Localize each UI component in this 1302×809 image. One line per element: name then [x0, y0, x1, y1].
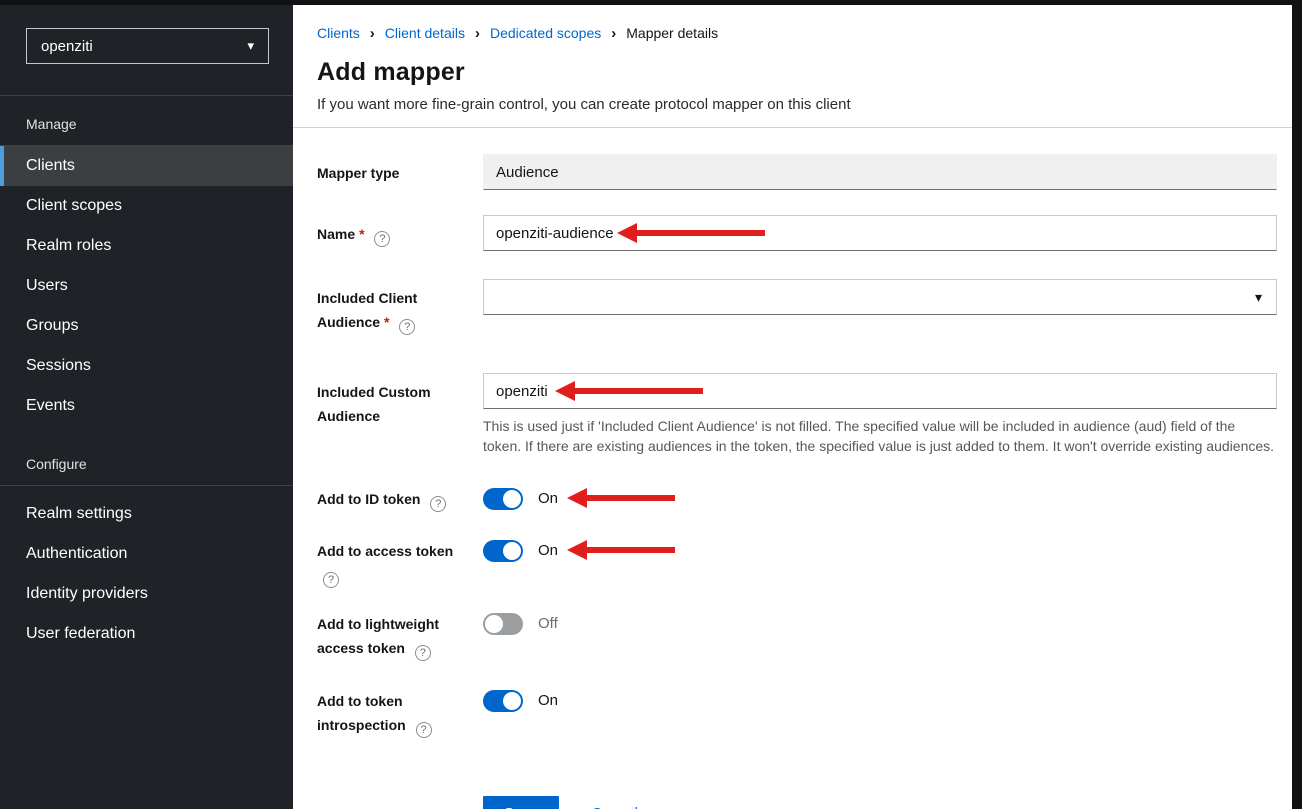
chevron-right-icon: › [475, 26, 480, 41]
name-input[interactable] [483, 215, 1277, 251]
sidebar-item-client-scopes[interactable]: Client scopes [0, 186, 293, 226]
breadcrumb-link-clients[interactable]: Clients [317, 25, 360, 41]
caret-down-icon: ▾ [247, 38, 254, 54]
sidebar-item-authentication[interactable]: Authentication [0, 534, 293, 574]
sidebar-item-clients[interactable]: Clients [0, 146, 293, 186]
nav-section-manage: Manage [0, 96, 293, 145]
required-asterisk: * [359, 226, 364, 242]
nav-section-configure: Configure [0, 456, 293, 485]
page-subtitle: If you want more fine-grain control, you… [317, 96, 1277, 113]
add-to-token-introspection-toggle[interactable] [483, 690, 523, 712]
sidebar-item-users[interactable]: Users [0, 266, 293, 306]
add-to-lightweight-access-token-toggle[interactable] [483, 613, 523, 635]
toggle-state-label: Off [538, 612, 558, 635]
sidebar-item-user-federation[interactable]: User federation [0, 614, 293, 654]
help-icon[interactable]: ? [374, 231, 390, 247]
breadcrumb: Clients › Client details › Dedicated sco… [317, 25, 1277, 41]
add-to-id-token-label: Add to ID token ? [317, 487, 483, 512]
sidebar-item-identity-providers[interactable]: Identity providers [0, 574, 293, 614]
sidebar-item-events[interactable]: Events [0, 386, 293, 426]
caret-down-icon: ▾ [1255, 289, 1262, 306]
annotation-arrow [555, 381, 703, 401]
breadcrumb-link-client-details[interactable]: Client details [385, 25, 465, 41]
add-to-token-introspection-label: Add to token introspection ? [317, 689, 483, 738]
annotation-arrow [617, 223, 765, 243]
help-icon[interactable]: ? [415, 645, 431, 661]
chevron-right-icon: › [370, 26, 375, 41]
add-to-id-token-toggle[interactable] [483, 488, 523, 510]
add-to-lightweight-access-token-label: Add to lightweight access token ? [317, 612, 483, 661]
name-label: Name* ? [317, 215, 483, 251]
help-icon[interactable]: ? [430, 496, 446, 512]
sidebar-item-sessions[interactable]: Sessions [0, 346, 293, 386]
breadcrumb-current: Mapper details [626, 25, 718, 41]
included-client-audience-label: Included Client Audience* ? [317, 279, 483, 335]
realm-selector-value: openziti [41, 38, 93, 55]
required-asterisk: * [384, 314, 389, 330]
toggle-state-label: On [538, 487, 558, 510]
annotation-arrow [567, 488, 675, 508]
page-header: Clients › Client details › Dedicated sco… [293, 5, 1292, 128]
add-to-access-token-label: Add to access token ? [317, 539, 483, 588]
help-icon[interactable]: ? [416, 722, 432, 738]
sidebar-divider [0, 485, 293, 486]
help-icon[interactable]: ? [323, 572, 339, 588]
add-to-access-token-toggle[interactable] [483, 540, 523, 562]
page-title: Add mapper [317, 58, 1277, 87]
mapper-type-field [483, 154, 1277, 190]
realm-selector[interactable]: openziti ▾ [26, 28, 269, 64]
help-icon[interactable]: ? [399, 319, 415, 335]
scrollbar[interactable] [1292, 0, 1302, 809]
toggle-state-label: On [538, 689, 558, 712]
included-custom-audience-helper: This is used just if 'Included Client Au… [483, 416, 1277, 457]
sidebar-item-realm-roles[interactable]: Realm roles [0, 226, 293, 266]
mapper-form: Mapper type Name* ? [293, 128, 1292, 809]
breadcrumb-link-dedicated-scopes[interactable]: Dedicated scopes [490, 25, 601, 41]
mapper-type-label: Mapper type [317, 154, 483, 190]
sidebar-item-groups[interactable]: Groups [0, 306, 293, 346]
save-button[interactable]: Save [483, 796, 559, 809]
sidebar: openziti ▾ Manage Clients Client scopes … [0, 5, 293, 809]
included-client-audience-select[interactable]: ▾ [483, 279, 1277, 315]
toggle-state-label: On [538, 539, 558, 562]
cancel-button[interactable]: Cancel [591, 805, 638, 809]
sidebar-item-realm-settings[interactable]: Realm settings [0, 494, 293, 534]
annotation-arrow [567, 540, 675, 560]
included-custom-audience-label: Included Custom Audience [317, 373, 483, 457]
main-content: Clients › Client details › Dedicated sco… [293, 5, 1302, 809]
chevron-right-icon: › [611, 26, 616, 41]
